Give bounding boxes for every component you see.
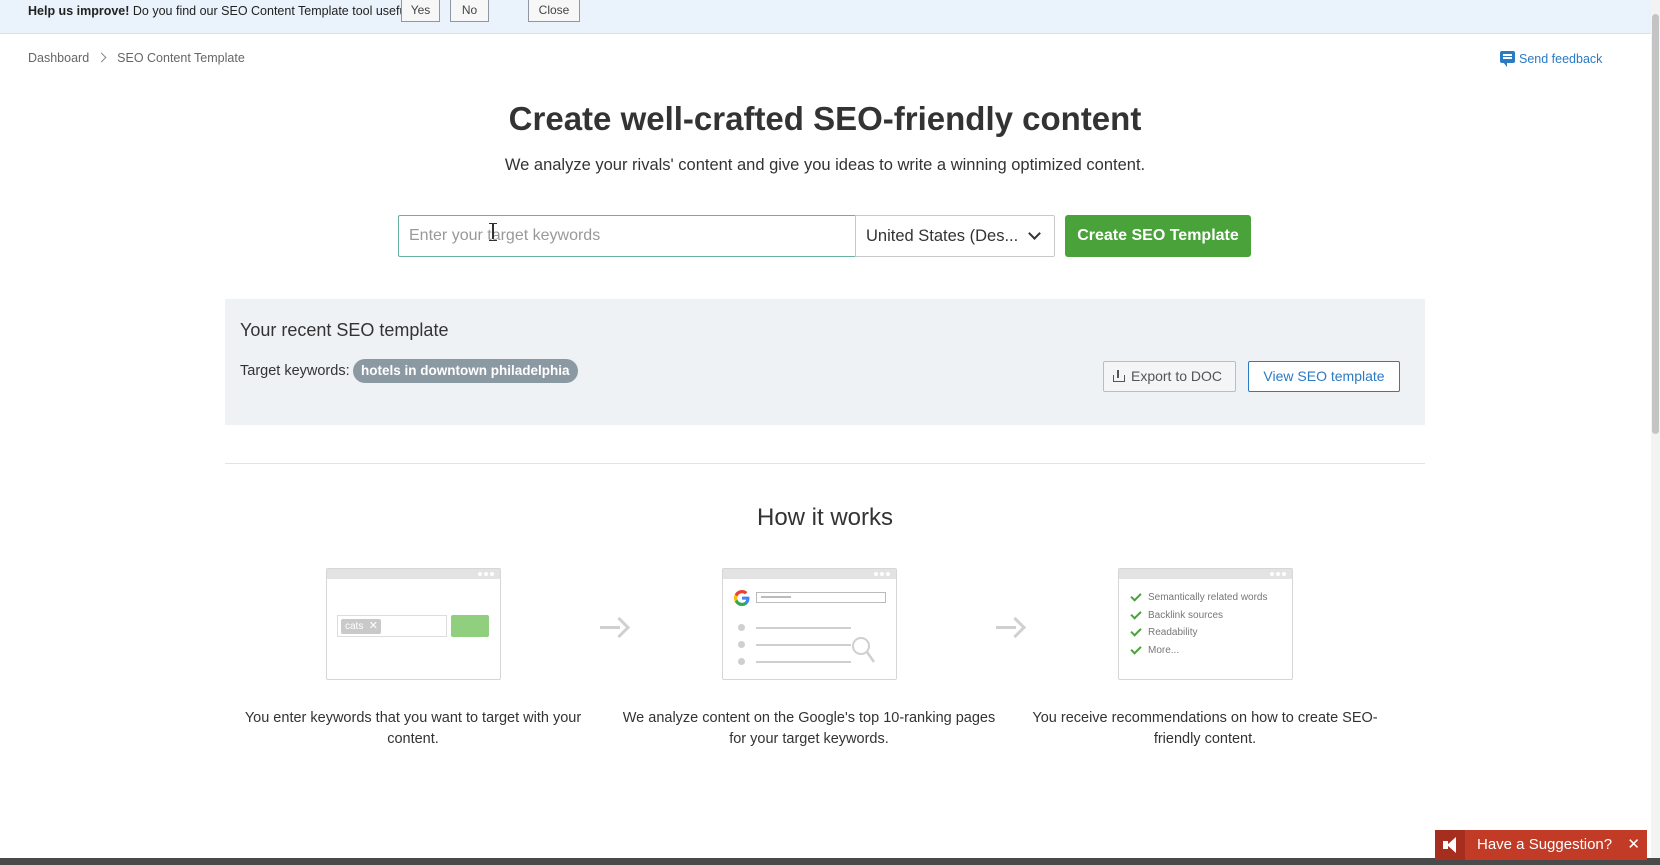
suggestion-label: Have a Suggestion? — [1477, 836, 1613, 853]
checkmark-icon — [1130, 590, 1142, 602]
send-feedback-link[interactable]: Send feedback — [1500, 51, 1603, 67]
export-to-doc-label: Export to DOC — [1130, 368, 1223, 384]
window-dots-icon — [478, 572, 494, 576]
mini-keyword-input: cats ✕ — [337, 615, 447, 637]
window-bar — [723, 569, 896, 579]
section-divider — [225, 463, 1425, 464]
create-seo-template-button[interactable]: Create SEO Template — [1065, 215, 1251, 257]
page-title: Create well-crafted SEO-friendly content — [508, 100, 1142, 137]
step-3-illustration: Semantically related words Backlink sour… — [1118, 568, 1293, 680]
database-select-value: United States (Des... — [866, 227, 1019, 245]
arrow-right-icon — [996, 617, 1022, 637]
export-to-doc-button[interactable]: Export to DOC — [1103, 361, 1236, 392]
chevron-right-icon — [96, 52, 107, 63]
view-seo-template-button[interactable]: View SEO template — [1248, 361, 1400, 392]
window-bar — [1119, 569, 1292, 579]
export-icon — [1113, 370, 1125, 382]
page-subtitle: We analyze your rivals' content and give… — [504, 156, 1146, 174]
text-cursor-icon — [489, 223, 497, 241]
checklist-item-label: Backlink sources — [1148, 609, 1224, 621]
window-dots-icon — [874, 572, 890, 576]
chat-icon — [1500, 51, 1515, 67]
banner-no-button[interactable]: No — [450, 0, 489, 22]
how-it-works-title: How it works — [756, 504, 894, 531]
result-row — [738, 658, 858, 666]
checklist-item: Backlink sources — [1129, 607, 1268, 627]
checkmark-icon — [1130, 625, 1142, 637]
google-icon — [734, 590, 750, 606]
keyword-input[interactable] — [398, 215, 856, 257]
checklist-item: Semantically related words — [1129, 590, 1268, 609]
window-bar — [327, 569, 500, 579]
mini-keyword-chip: cats ✕ — [341, 619, 381, 634]
database-select[interactable]: United States (Des... — [855, 215, 1055, 257]
checklist-item-label: Readability — [1148, 627, 1198, 638]
step-2-illustration — [722, 568, 897, 680]
recommendation-checklist: Semantically related words Backlink sour… — [1129, 590, 1268, 662]
checklist-item-label: Semantically related words — [1148, 592, 1268, 603]
step-2-text: We analyze content on the Google's top 1… — [622, 710, 996, 747]
arrow-right-icon — [600, 617, 626, 637]
send-feedback-label: Send feedback — [1519, 52, 1603, 66]
breadcrumb-dashboard[interactable]: Dashboard — [28, 51, 89, 65]
scrollbar-thumb[interactable] — [1652, 14, 1659, 434]
result-row — [738, 641, 858, 649]
breadcrumb: Dashboard SEO Content Template — [28, 50, 245, 65]
feedback-banner: Help us improve! Do you find our SEO Con… — [0, 0, 1660, 34]
recent-template-title: Your recent SEO template — [240, 320, 449, 340]
banner-close-button[interactable]: Close — [528, 0, 580, 22]
result-row — [738, 624, 858, 632]
checkmark-icon — [1130, 607, 1142, 620]
close-icon: ✕ — [368, 620, 378, 632]
close-icon[interactable]: ✕ — [1627, 830, 1640, 860]
mini-search-bar — [756, 592, 886, 603]
step-3-text: You receive recommendations on how to cr… — [1032, 710, 1378, 747]
checklist-item: Readability — [1129, 625, 1268, 644]
banner-yes-button[interactable]: Yes — [401, 0, 440, 22]
checklist-item-label: More... — [1148, 644, 1180, 656]
mini-submit-button — [451, 615, 489, 637]
checklist-item: More... — [1129, 642, 1268, 662]
suggestion-widget[interactable]: Have a Suggestion? ✕ — [1435, 830, 1647, 860]
megaphone-icon — [1435, 830, 1465, 860]
banner-question: Help us improve! Do you find our SEO Con… — [28, 4, 416, 19]
checkmark-icon — [1130, 642, 1142, 655]
magnifier-icon — [852, 637, 875, 663]
banner-question-text: Do you find our SEO Content Template too… — [129, 4, 417, 18]
target-keywords-label: Target keywords: — [240, 363, 350, 379]
step-1-text: You enter keywords that you want to targ… — [244, 710, 582, 747]
window-dots-icon — [1270, 572, 1286, 576]
keyword-chip: hotels in downtown philadelphia — [353, 359, 578, 383]
recent-template-panel: Your recent SEO template Target keywords… — [225, 299, 1425, 425]
banner-lead: Help us improve! — [28, 4, 130, 18]
mini-chip-text: cats — [345, 621, 364, 632]
bottom-strip — [0, 858, 1660, 865]
breadcrumb-current: SEO Content Template — [117, 50, 245, 65]
step-1-illustration: cats ✕ — [326, 568, 501, 680]
chevron-down-icon — [1028, 227, 1041, 240]
